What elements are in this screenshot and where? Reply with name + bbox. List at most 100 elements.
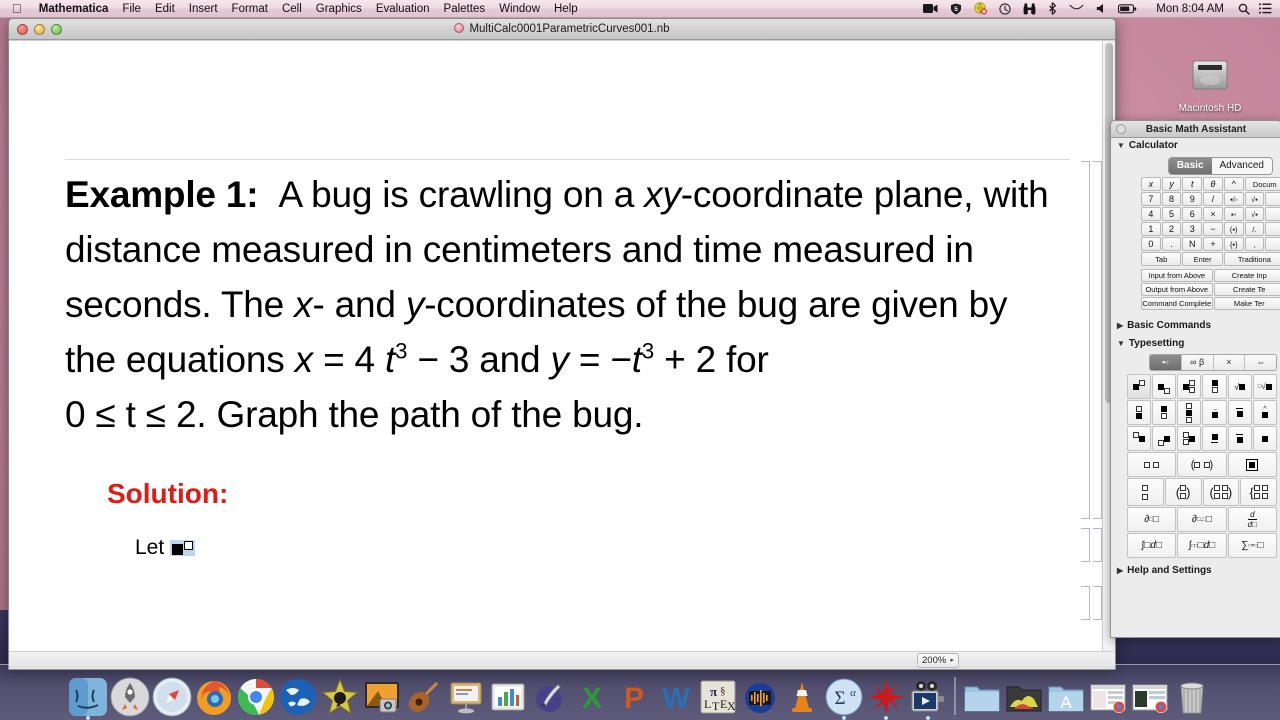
let-line[interactable]: Let: [135, 536, 1062, 560]
key-extra-2[interactable]: [1265, 207, 1280, 221]
dock-item-window-thumb-1[interactable]: [1088, 677, 1128, 717]
button-input-from-above[interactable]: Input from Above: [1141, 269, 1213, 282]
notebook-title-bar[interactable]: MultiCalc0001ParametricCurves001.nb: [9, 19, 1115, 40]
typeset-superscript-button[interactable]: [1127, 374, 1152, 399]
typeset-above-button[interactable]: [1152, 400, 1177, 425]
typeset-matrix-2x2-button[interactable]: (): [1202, 478, 1240, 506]
notebook-content[interactable]: Example 1: A bug is crawling on a xy-coo…: [65, 167, 1062, 560]
button-command-complete[interactable]: Command Complete: [1141, 297, 1213, 310]
button-create-input[interactable]: Create Inp: [1213, 269, 1280, 282]
dock-item-trash[interactable]: [1172, 677, 1212, 717]
key-0[interactable]: 0: [1141, 237, 1161, 251]
dock-item-window-thumb-2[interactable]: [1130, 677, 1170, 717]
key-4[interactable]: 4: [1141, 207, 1161, 221]
dock-item-quicktime[interactable]: [908, 677, 948, 720]
key-3[interactable]: 3: [1182, 222, 1203, 236]
key-9[interactable]: 9: [1182, 192, 1203, 206]
spotlight-search-icon[interactable]: [1231, 3, 1257, 15]
dock-item-vlc[interactable]: [782, 677, 822, 717]
typeset-matrix-frame-button[interactable]: [1227, 452, 1277, 477]
dock-item-word[interactable]: W: [656, 677, 696, 717]
typeset-total-derivative-button[interactable]: d d□: [1227, 507, 1277, 532]
typeset-presuperscript-button[interactable]: [1127, 426, 1152, 451]
key-n[interactable]: N: [1182, 237, 1203, 251]
bluetooth-icon[interactable]: [1042, 2, 1063, 15]
basic-math-assistant-palette[interactable]: Basic Math Assistant ▼ Calculator Basic …: [1110, 120, 1280, 638]
shield-5-icon[interactable]: 5: [944, 3, 968, 15]
close-button[interactable]: [17, 23, 28, 35]
dock-item-folder-documents[interactable]: [962, 677, 1002, 717]
superscript-placeholder-selected[interactable]: [170, 540, 196, 556]
palette-section-help-and-settings[interactable]: ▶ Help and Settings: [1111, 563, 1280, 578]
cell-bracket-inner-2[interactable]: [1081, 528, 1090, 562]
dock-item-garageband[interactable]: [404, 677, 444, 717]
button-make-template[interactable]: Make Ter: [1213, 297, 1280, 310]
menu-item-palettes[interactable]: Palettes: [437, 0, 493, 18]
menu-item-evaluation[interactable]: Evaluation: [369, 0, 437, 18]
key-minus[interactable]: −: [1203, 222, 1223, 236]
typeset-column-2-button[interactable]: [1127, 478, 1164, 506]
dock-item-launchpad[interactable]: [110, 677, 150, 717]
typeset-partial-multi-button[interactable]: ∂ □,□ □: [1177, 507, 1227, 532]
dock-item-chrome[interactable]: [236, 677, 276, 717]
tab-advanced[interactable]: Advanced: [1212, 158, 1272, 174]
menu-item-help[interactable]: Help: [547, 0, 585, 18]
dock-item-latex[interactable]: π § L T E X: [698, 677, 738, 717]
tab-basic[interactable]: Basic: [1168, 158, 1212, 174]
battery-icon[interactable]: [1112, 3, 1143, 14]
wifi-icon[interactable]: [1063, 3, 1090, 14]
key-extra-1[interactable]: [1265, 192, 1280, 206]
palette-section-typesetting[interactable]: ▼ Typesetting: [1111, 336, 1280, 351]
key-theta[interactable]: θ: [1203, 177, 1223, 191]
key-braces[interactable]: {▪}: [1223, 237, 1244, 251]
dock-item-excel[interactable]: X: [572, 677, 612, 717]
key-6[interactable]: 6: [1182, 207, 1203, 221]
notebook-window[interactable]: MultiCalc0001ParametricCurves001.nb Exam…: [8, 18, 1116, 670]
key-traditional-form[interactable]: Traditiona: [1223, 252, 1280, 266]
typeset-vector-button[interactable]: →: [1202, 400, 1227, 425]
typeset-sqrt-button[interactable]: √: [1227, 374, 1252, 399]
key-extra-3[interactable]: [1265, 222, 1280, 236]
key-comma[interactable]: ,: [1244, 237, 1265, 251]
time-machine-icon[interactable]: [993, 2, 1017, 15]
typeset-hat-button[interactable]: ^: [1252, 400, 1277, 425]
notebook-page[interactable]: Example 1: A bug is crawling on a xy-coo…: [9, 41, 1102, 651]
key-extra-4[interactable]: [1265, 237, 1280, 251]
screen-recording-icon[interactable]: [917, 3, 944, 14]
typeset-column-paren-button[interactable]: (): [1164, 478, 1202, 506]
dock-item-finder[interactable]: [68, 677, 108, 720]
menu-item-window[interactable]: Window: [492, 0, 547, 18]
volume-icon[interactable]: [1090, 3, 1112, 14]
typesetting-tab-operators[interactable]: ×: [1213, 355, 1246, 370]
typeset-above-stack-button[interactable]: [1177, 400, 1202, 425]
typesetting-tab-arrows[interactable]: ⇔: [1245, 355, 1276, 370]
key-y[interactable]: y: [1161, 177, 1182, 191]
palette-section-calculator[interactable]: ▼ Calculator: [1111, 138, 1280, 153]
dock-item-audacity[interactable]: [740, 677, 780, 717]
dock-item-powerpoint[interactable]: P: [614, 677, 654, 717]
desktop-icon-macintosh-hd[interactable]: Macintosh HD: [1178, 56, 1242, 114]
typeset-presubsuperscript-button[interactable]: [1177, 426, 1202, 451]
minimize-button[interactable]: [34, 23, 45, 35]
key-plus[interactable]: +: [1203, 237, 1223, 251]
cell-bracket-outer-2[interactable]: [1093, 528, 1102, 562]
menu-bar-clock[interactable]: Mon 8:04 AM: [1149, 0, 1231, 18]
disclosure-triangle-open-icon-2[interactable]: ▼: [1117, 339, 1125, 348]
menu-item-file[interactable]: File: [115, 0, 148, 18]
dock-item-google-earth[interactable]: [278, 677, 318, 717]
key-fraction[interactable]: ▪/▫: [1223, 192, 1244, 206]
menu-item-graphics[interactable]: Graphics: [309, 0, 369, 18]
typeset-above-left-button[interactable]: [1127, 400, 1152, 425]
typeset-bar-button[interactable]: [1227, 400, 1252, 425]
typeset-grid-2-button[interactable]: [1127, 452, 1177, 477]
key-t[interactable]: t: [1182, 177, 1203, 191]
cell-bracket-outer-3[interactable]: [1093, 586, 1102, 620]
key-5[interactable]: 5: [1161, 207, 1182, 221]
key-7[interactable]: 7: [1141, 192, 1161, 206]
dock-item-firefox[interactable]: [194, 677, 234, 717]
key-parentheses[interactable]: (▪): [1223, 222, 1244, 236]
cell-bracket-inner-3[interactable]: [1081, 586, 1090, 620]
button-output-from-above[interactable]: Output from Above: [1141, 283, 1213, 296]
dock-item-numbers[interactable]: [488, 677, 528, 717]
typeset-parens-2-button[interactable]: ( ): [1177, 452, 1227, 477]
